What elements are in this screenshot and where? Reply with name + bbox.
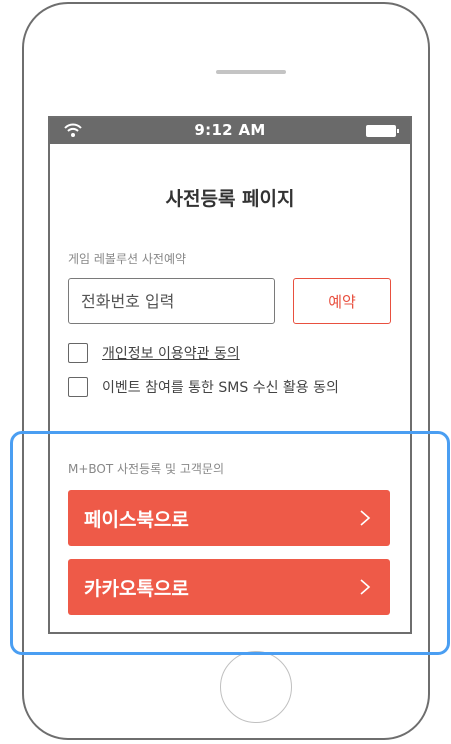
status-time: 9:12 AM — [194, 121, 266, 139]
status-bar: 9:12 AM — [50, 118, 410, 144]
reserve-button[interactable]: 예약 — [293, 278, 391, 324]
sms-agreement-label: 이벤트 참여를 통한 SMS 수신 활용 동의 — [102, 380, 339, 396]
sms-agreement-row[interactable]: 이벤트 참여를 통한 SMS 수신 활용 동의 — [68, 376, 339, 398]
sms-agreement-checkbox[interactable] — [68, 377, 88, 397]
privacy-agreement-checkbox[interactable] — [68, 343, 88, 363]
privacy-agreement-row[interactable]: 개인정보 이용약관 동의 — [68, 342, 240, 364]
speaker-grille — [216, 70, 286, 74]
phone-number-input[interactable] — [68, 278, 275, 324]
battery-icon — [366, 125, 399, 137]
privacy-agreement-link[interactable]: 개인정보 이용약관 동의 — [102, 343, 240, 363]
mbot-section-highlight — [10, 431, 450, 655]
preregistration-section-label: 게임 레볼루션 사전예약 — [68, 252, 187, 266]
home-button[interactable] — [220, 651, 292, 723]
page-title: 사전등록 페이지 — [165, 188, 295, 210]
